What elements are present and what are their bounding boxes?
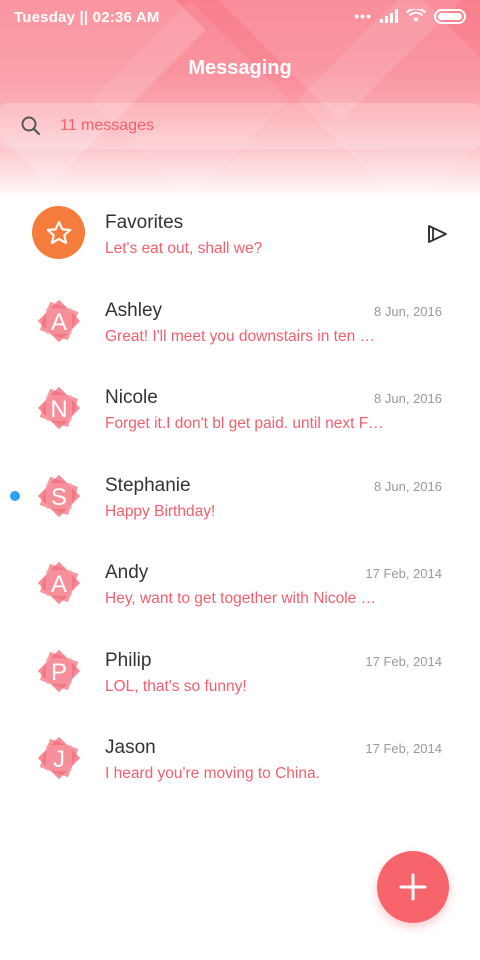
avatar: N <box>37 386 81 430</box>
conversation-row[interactable]: A Andy 17 Feb, 2014 Hey, want to get tog… <box>0 540 480 628</box>
search-bar[interactable]: 11 messages <box>0 103 480 149</box>
message-preview: I heard you're moving to China. <box>105 765 320 782</box>
contact-name: Philip <box>105 649 152 671</box>
avatar-initial: A <box>51 571 67 598</box>
avatar: A <box>37 299 81 342</box>
conversation-row[interactable]: P Philip 17 Feb, 2014 LOL, that's so fun… <box>0 628 480 716</box>
battery-icon <box>434 8 466 24</box>
message-preview: Happy Birthday! <box>105 502 216 520</box>
unread-indicator <box>10 490 20 501</box>
search-input[interactable]: 11 messages <box>60 117 154 135</box>
avatar: J <box>37 736 81 780</box>
compose-button[interactable] <box>377 851 449 923</box>
send-icon[interactable] <box>426 224 448 244</box>
status-time: Tuesday || 02:36 AM <box>14 9 160 26</box>
conversation-row[interactable]: A Ashley 8 Jun, 2016 Great! I'll meet yo… <box>0 278 480 366</box>
star-icon <box>46 220 71 244</box>
avatar: S <box>37 474 81 517</box>
avatar-initial: N <box>50 396 67 423</box>
conversation-row[interactable]: J Jason 17 Feb, 2014 I heard you're movi… <box>0 715 480 803</box>
signal-dots: ••• <box>354 8 372 24</box>
favorites-name: Favorites <box>105 212 184 233</box>
message-preview: Great! I'll meet you downstairs in ten … <box>105 327 376 345</box>
conversation-row[interactable]: N Nicole 8 Jun, 2016 Forget it.I don't b… <box>0 365 480 453</box>
favorites-row[interactable]: Favorites Let's eat out, shall we? <box>0 190 480 278</box>
contact-name: Stephanie <box>105 474 191 496</box>
avatar: P <box>37 649 81 692</box>
conversation-row[interactable]: S Stephanie 8 Jun, 2016 Happy Birthday! <box>0 453 480 541</box>
contact-name: Nicole <box>105 387 158 408</box>
signal-icon <box>380 9 398 23</box>
contact-name: Ashley <box>105 299 163 321</box>
favorites-avatar <box>32 206 85 259</box>
avatar-initial: A <box>51 309 67 336</box>
status-bar: Tuesday || 02:36 AM ••• <box>0 0 480 34</box>
avatar-initial: P <box>51 659 67 686</box>
avatar-initial: J <box>53 746 65 773</box>
message-date: 8 Jun, 2016 <box>374 391 442 406</box>
message-date: 17 Feb, 2014 <box>365 741 442 756</box>
message-date: 17 Feb, 2014 <box>365 566 442 581</box>
conversation-list: Favorites Let's eat out, shall we? A Ash… <box>0 190 480 803</box>
message-preview: Forget it.I don't bl get paid. until nex… <box>105 415 384 432</box>
message-preview: Hey, want to get together with Nicole … <box>105 590 377 607</box>
plus-icon <box>399 873 427 901</box>
contact-name: Andy <box>105 562 149 583</box>
message-date: 8 Jun, 2016 <box>374 478 442 494</box>
wifi-icon <box>406 9 426 22</box>
message-preview: LOL, that's so funny! <box>105 677 247 695</box>
message-date: 17 Feb, 2014 <box>365 653 442 669</box>
avatar-initial: S <box>51 484 67 511</box>
message-date: 8 Jun, 2016 <box>374 303 442 319</box>
page-title: Messaging <box>188 57 292 79</box>
search-icon <box>21 116 41 136</box>
contact-name: Jason <box>105 737 156 758</box>
favorites-preview: Let's eat out, shall we? <box>105 240 263 257</box>
avatar: A <box>37 561 81 605</box>
